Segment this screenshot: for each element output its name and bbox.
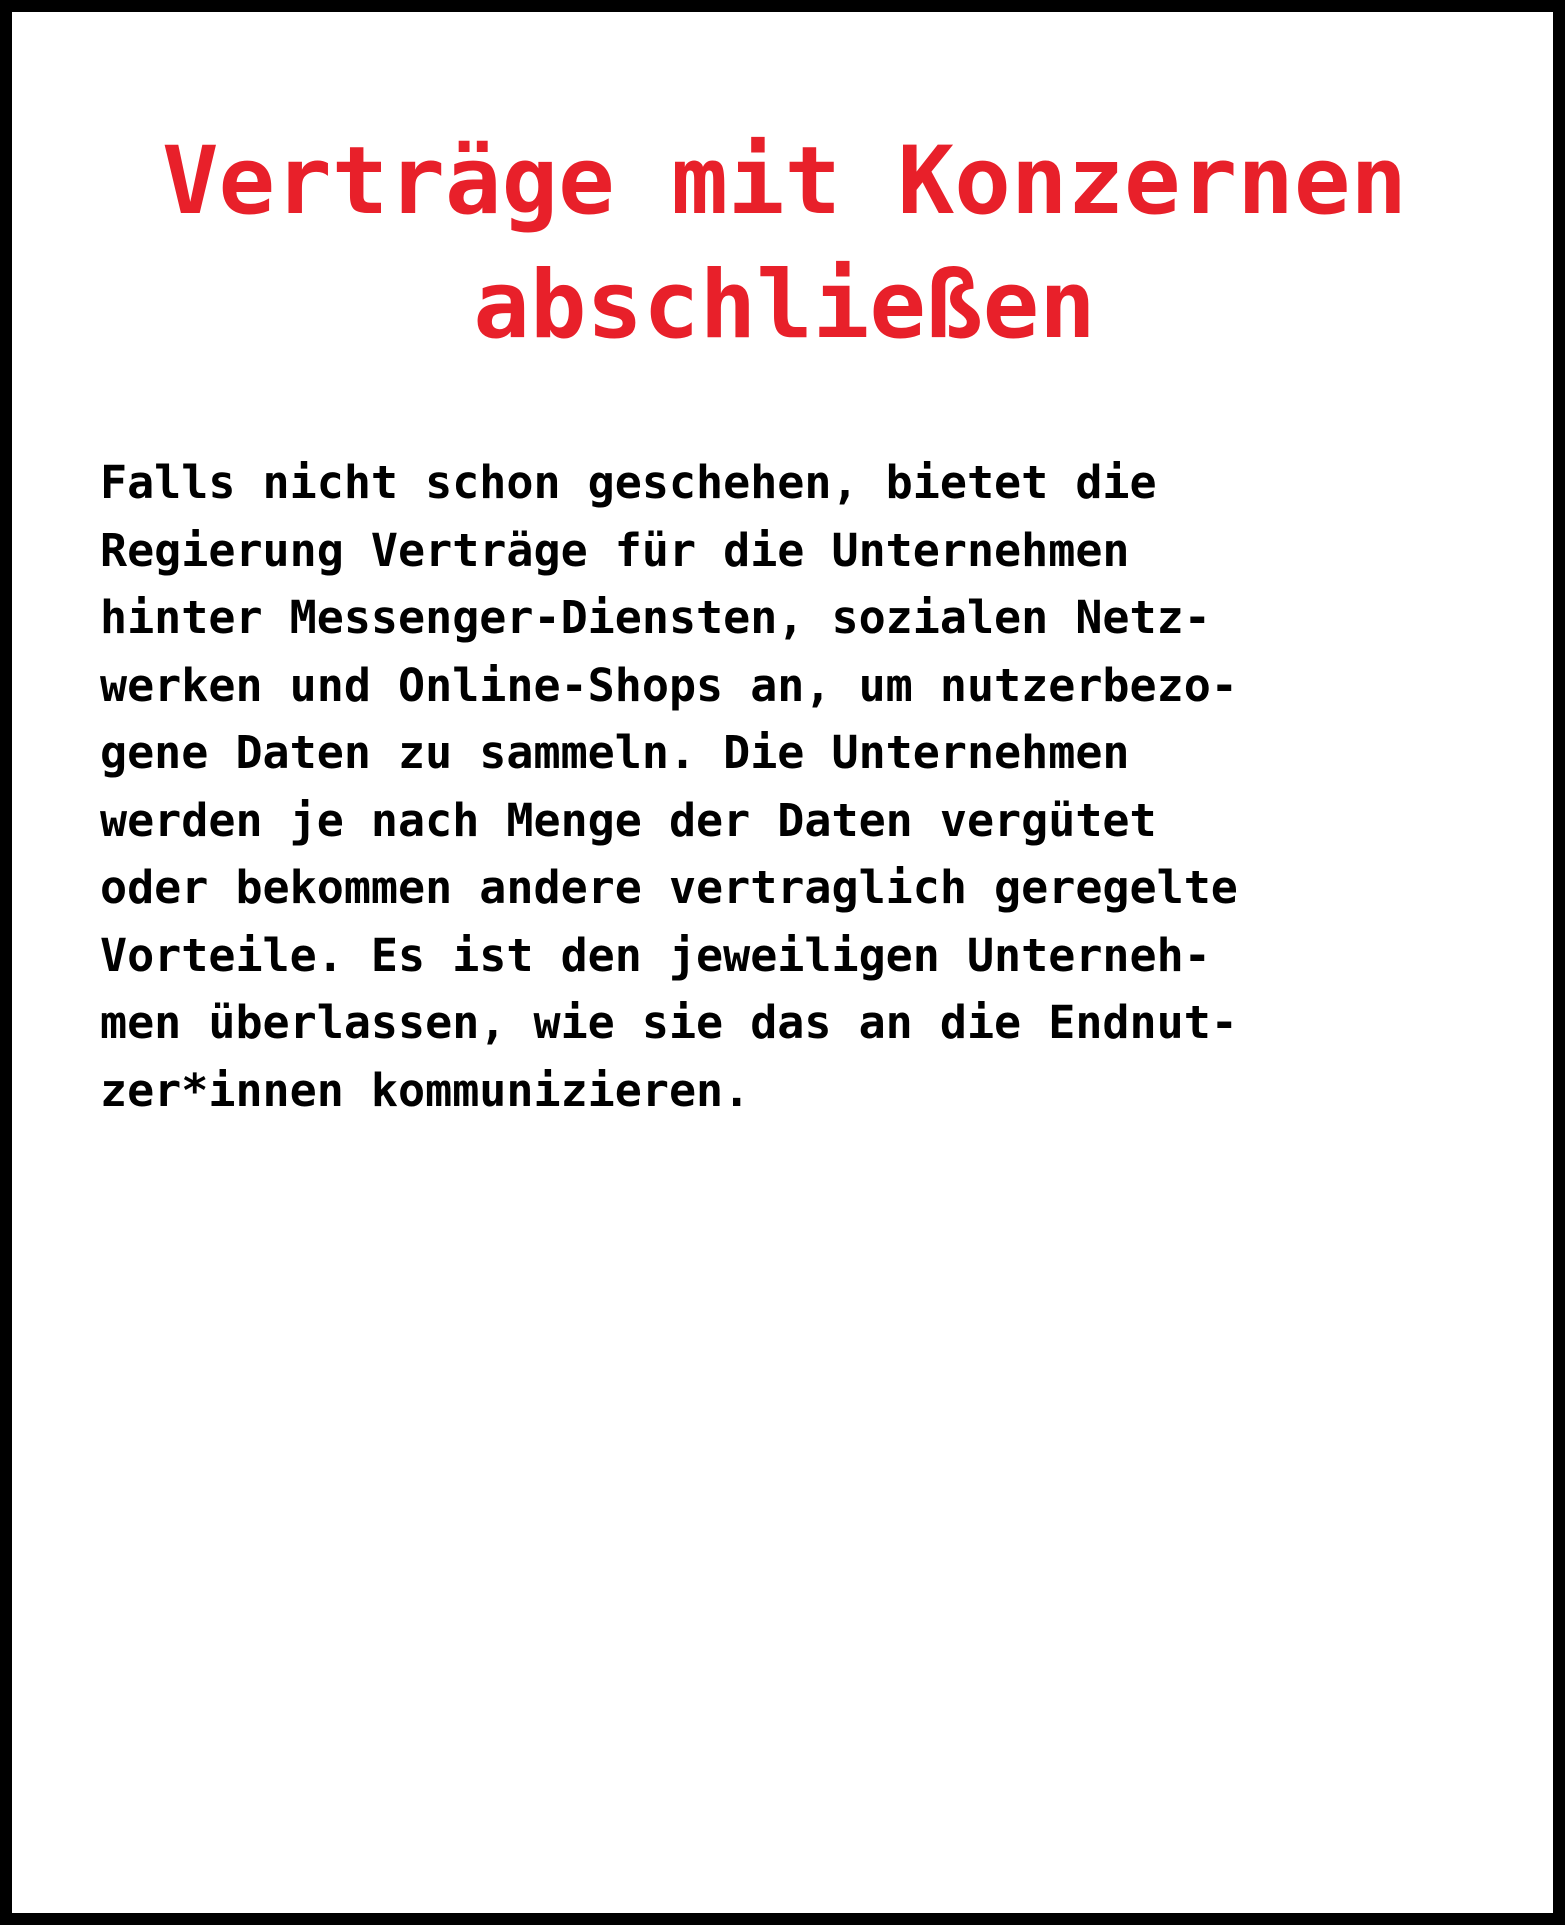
body-paragraph: Falls nicht schon geschehen, bietet die … bbox=[100, 449, 1540, 1124]
title-line: Verträge mit Konzernen bbox=[161, 127, 1408, 236]
body-line: Falls nicht schon geschehen, bietet die bbox=[100, 456, 1157, 509]
body-line: oder bekommen andere vertraglich geregel… bbox=[100, 861, 1238, 914]
body-line: werken und Online-Shops an, um nutzerbez… bbox=[100, 658, 1238, 712]
body-line: gene Daten zu sammeln. Die Unternehmen bbox=[100, 726, 1130, 779]
page-title: Verträge mit Konzernen abschließen bbox=[52, 120, 1517, 368]
body-line: werden je nach Menge der Daten vergütet bbox=[100, 793, 1157, 847]
document-card: Verträge mit Konzernen abschließen Falls… bbox=[0, 0, 1565, 1925]
body-line: hinter Messenger-Diensten, sozialen Netz… bbox=[100, 591, 1211, 644]
body-line: Regierung Verträge für die Unternehmen bbox=[100, 523, 1130, 577]
title-line: abschließen bbox=[473, 251, 1096, 360]
body-line: zer*innen kommunizieren. bbox=[100, 1063, 751, 1117]
body-line: men überlassen, wie sie das an die Endnu… bbox=[100, 996, 1238, 1049]
body-line: Vorteile. Es ist den jeweiligen Unterneh… bbox=[100, 928, 1211, 982]
